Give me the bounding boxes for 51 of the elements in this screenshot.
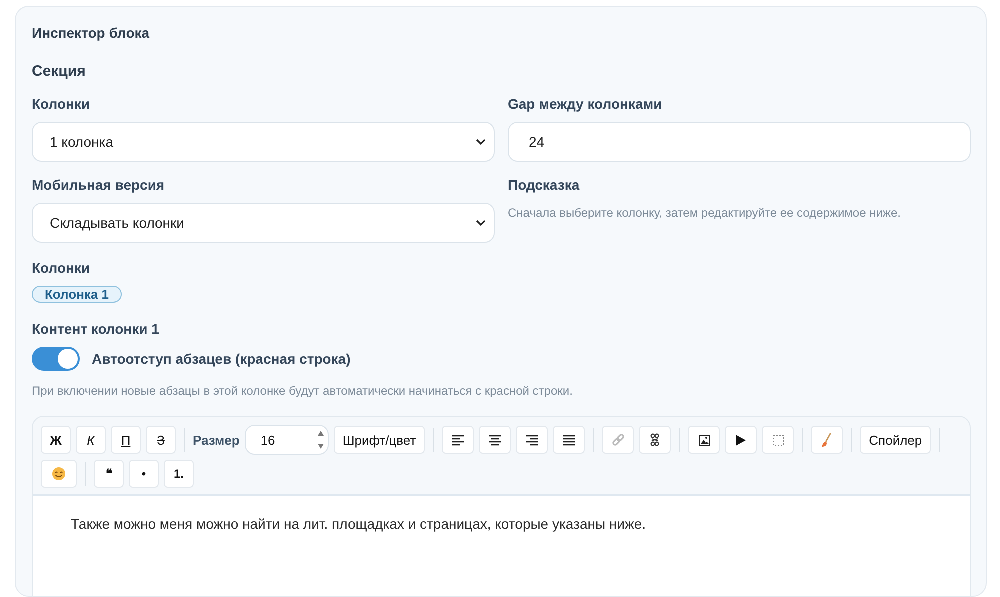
chevron-down-icon bbox=[476, 220, 486, 226]
align-right-icon bbox=[526, 434, 538, 446]
paragraph-text: Также можно меня можно найти на лит. площадках и страницах, которые указаны ниже. bbox=[71, 516, 646, 532]
chevron-down-icon bbox=[476, 138, 486, 146]
toolbar-button[interactable]: Спойлер bbox=[860, 426, 932, 454]
broken-chain-button[interactable] bbox=[639, 426, 672, 454]
play-button[interactable] bbox=[725, 426, 758, 454]
align-right-button[interactable] bbox=[516, 426, 548, 454]
size-label: Размер bbox=[193, 432, 240, 448]
broken-chain-icon bbox=[650, 433, 660, 447]
column-tab[interactable]: Колонка 1 bbox=[32, 286, 122, 303]
align-center-button[interactable] bbox=[479, 426, 512, 454]
toggle-label: Автоотступ абзацев (красная строка) bbox=[92, 351, 351, 367]
format-button[interactable]: ❝ bbox=[94, 460, 124, 488]
size-field[interactable]: 16 bbox=[244, 425, 329, 455]
field-label: Колонки bbox=[32, 260, 92, 276]
strikethrough-button[interactable]: З bbox=[146, 426, 176, 454]
brush-icon bbox=[822, 433, 832, 447]
play-icon bbox=[736, 434, 746, 446]
field-label: Gap между колонками bbox=[508, 96, 664, 112]
format-button[interactable]: • bbox=[129, 460, 159, 488]
justify-icon bbox=[563, 434, 576, 446]
align-center-icon bbox=[489, 434, 502, 446]
link-icon bbox=[612, 434, 625, 446]
italic-button[interactable]: К bbox=[76, 426, 106, 454]
editor-content[interactable]: Также можно меня можно найти на лит. площадках и страницах, которые указаны ниже. bbox=[33, 496, 970, 596]
align-left-button[interactable] bbox=[442, 426, 474, 454]
field-label: Контент колонки 1 bbox=[32, 321, 160, 337]
hint-text: Сначала выберите колонку, затем редактируйте ее содержимое ниже. bbox=[508, 206, 902, 220]
underline-button[interactable]: П bbox=[111, 426, 141, 454]
image-icon bbox=[698, 434, 710, 446]
image-button[interactable] bbox=[688, 426, 720, 454]
note-text: При включении новые абзацы в этой колонке будут автоматически начинаться с красной строки. bbox=[32, 384, 574, 398]
dashed-square-icon bbox=[772, 434, 784, 446]
smiley-icon bbox=[52, 467, 66, 481]
format-button[interactable]: 1. bbox=[164, 460, 194, 488]
align-left-icon bbox=[452, 434, 464, 446]
section-title: Секция bbox=[32, 63, 87, 80]
toolbar-button[interactable]: Шрифт/цвет bbox=[334, 426, 426, 454]
mobile-select[interactable]: Складывать колонки bbox=[32, 203, 495, 243]
bold-button[interactable]: Ж bbox=[41, 426, 71, 454]
field-label: Колонки bbox=[32, 96, 92, 112]
columns-select[interactable]: 1 колонка bbox=[32, 122, 495, 162]
field-label: Мобильная версия bbox=[32, 177, 166, 193]
brush-button[interactable] bbox=[811, 426, 844, 454]
toggle-switch[interactable] bbox=[32, 347, 80, 371]
dashed-square-button[interactable] bbox=[762, 426, 794, 454]
field-label: Подсказка bbox=[508, 177, 581, 193]
gap-field[interactable]: 24 bbox=[508, 122, 971, 162]
justify-button[interactable] bbox=[553, 426, 586, 454]
panel-title: Инспектор блока bbox=[32, 25, 151, 41]
